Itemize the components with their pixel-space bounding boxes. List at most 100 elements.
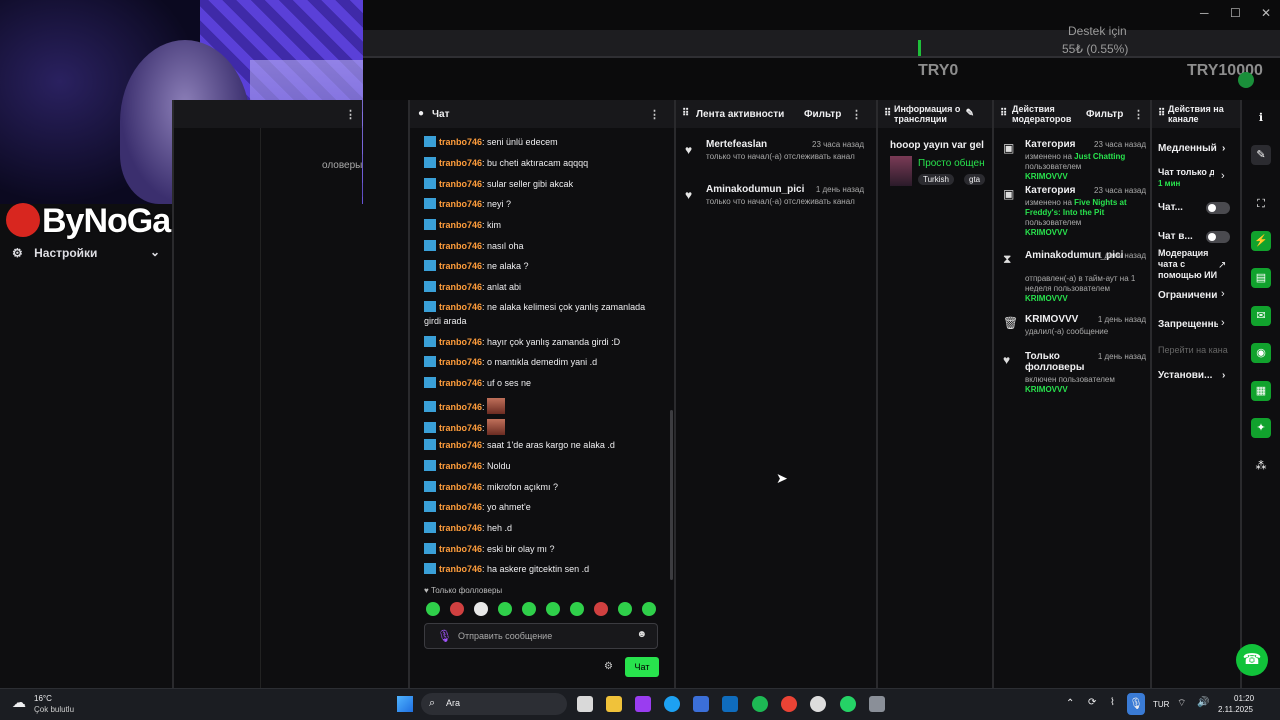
microphone-icon[interactable]: 🎙: [437, 629, 452, 643]
obs-icon[interactable]: [810, 696, 826, 712]
focus-icon[interactable]: ⛶: [1251, 194, 1271, 214]
activity-user[interactable]: Mertefeaslan: [706, 139, 767, 150]
activity-menu-icon[interactable]: ⋮: [851, 108, 862, 121]
mod-menu-icon[interactable]: ⋮: [1133, 108, 1144, 121]
tag-gta[interactable]: gta: [964, 174, 986, 185]
emote-icon[interactable]: [474, 602, 488, 616]
clock-time[interactable]: 01:20: [1234, 694, 1254, 703]
mod-action-user[interactable]: KRIMOVVV: [1025, 385, 1137, 395]
mod-filter-button[interactable]: Фильтр: [1086, 109, 1123, 120]
chat-toggle-1[interactable]: [1206, 202, 1230, 214]
wrench-icon[interactable]: ✦: [1251, 418, 1271, 438]
emote-icon[interactable]: [450, 602, 464, 616]
chat-username[interactable]: tranbo746: [439, 523, 482, 533]
chat-username[interactable]: tranbo746: [439, 544, 482, 554]
kebab-icon[interactable]: ⋮: [345, 108, 356, 121]
spotify-icon[interactable]: [752, 696, 768, 712]
microphone-tray-icon[interactable]: 🎙: [1127, 693, 1145, 715]
grip-icon[interactable]: ⠿: [682, 108, 689, 119]
chevron-right-icon[interactable]: ›: [1221, 170, 1225, 182]
taskbar-search[interactable]: ⌕ Ara: [421, 693, 567, 715]
activity-user[interactable]: Aminakodumun_pici: [706, 184, 804, 195]
slow-mode-row[interactable]: Медленный ›: [1158, 143, 1228, 154]
chevron-up-icon[interactable]: ⌃: [1066, 698, 1074, 709]
chat-username[interactable]: tranbo746: [439, 179, 482, 189]
settings-row[interactable]: ⚙ Настройки ⌄: [12, 245, 162, 260]
grip-icon[interactable]: ⠿: [884, 108, 891, 119]
chat-username[interactable]: tranbo746: [439, 158, 482, 168]
chat-settings-gear-icon[interactable]: ⚙: [604, 661, 613, 672]
weather-icon[interactable]: ☁: [12, 694, 26, 711]
activity-filter-button[interactable]: Фильтр: [804, 109, 841, 120]
lightning-icon[interactable]: ⚡: [1251, 231, 1271, 251]
emoji-icon[interactable]: ☻: [636, 629, 647, 640]
banned-row[interactable]: Запрещенны: [1158, 319, 1218, 330]
go-to-channel-row[interactable]: Перейти на кана: [1158, 345, 1238, 355]
mod-action-category[interactable]: Just Chatting: [1074, 152, 1125, 161]
grip-icon[interactable]: ⠿: [1158, 108, 1165, 119]
chat-username[interactable]: tranbo746: [439, 337, 482, 347]
chat-username[interactable]: tranbo746: [439, 482, 482, 492]
emote-icon[interactable]: [522, 602, 536, 616]
install-row[interactable]: Установи... ›: [1158, 370, 1228, 381]
chevron-right-icon[interactable]: ›: [1221, 317, 1225, 329]
layout-icon[interactable]: ▦: [1251, 381, 1271, 401]
chat-username[interactable]: tranbo746: [439, 220, 482, 230]
chat-username[interactable]: tranbo746: [439, 502, 482, 512]
help-chat-button[interactable]: ☎: [1236, 644, 1268, 676]
ai-moderation-row[interactable]: Модерация чата с помощью ИИ: [1158, 248, 1220, 281]
chat-scrollbar[interactable]: [670, 410, 673, 580]
emote-icon[interactable]: [498, 602, 512, 616]
edge-icon[interactable]: [664, 696, 680, 712]
emote-icon[interactable]: [426, 602, 440, 616]
edit-icon[interactable]: ✎: [1251, 145, 1271, 165]
user-avatar-icon[interactable]: [1238, 72, 1254, 88]
emote-icon[interactable]: [642, 602, 656, 616]
chat-toggle-2[interactable]: [1206, 231, 1230, 243]
chat-username[interactable]: tranbo746: [439, 137, 482, 147]
followers-only-chat-row[interactable]: Чат только д: [1158, 167, 1214, 177]
tag-turkish[interactable]: Turkish: [918, 174, 954, 185]
chat-username[interactable]: tranbo746: [439, 357, 482, 367]
pencil-icon[interactable]: ✎: [966, 108, 974, 119]
chat-username[interactable]: tranbo746: [439, 402, 482, 412]
chat-username[interactable]: tranbo746: [439, 378, 482, 388]
chat-username[interactable]: tranbo746: [439, 241, 482, 251]
restricted-row[interactable]: Ограничени: [1158, 290, 1218, 301]
extensions-icon[interactable]: ⁂: [1251, 456, 1271, 476]
close-icon[interactable]: ✕: [1261, 6, 1271, 20]
outlook-icon[interactable]: [722, 696, 738, 712]
broadcast-icon[interactable]: ◉: [1251, 343, 1271, 363]
external-link-icon[interactable]: ↗: [1218, 260, 1226, 271]
mod-action-user[interactable]: KRIMOVVV: [1025, 172, 1137, 182]
chat-send-button[interactable]: Чат: [625, 657, 659, 677]
chat-username[interactable]: tranbo746: [439, 564, 482, 574]
chat-username[interactable]: tranbo746: [439, 261, 482, 271]
emote-icon[interactable]: [594, 602, 608, 616]
chat-input[interactable]: 🎙 Отправить сообщение ☻: [424, 623, 658, 649]
network-icon[interactable]: ⌇: [1110, 697, 1115, 708]
language-indicator[interactable]: TUR: [1153, 700, 1169, 709]
volume-icon[interactable]: 🔊: [1197, 697, 1209, 708]
emote-icon[interactable]: [570, 602, 584, 616]
chat-username[interactable]: tranbo746: [439, 282, 482, 292]
grip-icon[interactable]: ⠿: [1000, 108, 1007, 119]
chrome-icon[interactable]: [781, 696, 797, 712]
emote-icon[interactable]: [618, 602, 632, 616]
minimize-icon[interactable]: ─: [1200, 6, 1209, 20]
chat-username[interactable]: tranbo746: [439, 199, 482, 209]
mod-action-user[interactable]: KRIMOVVV: [1025, 294, 1137, 304]
chat-username[interactable]: tranbo746: [439, 440, 482, 450]
settings-app-icon[interactable]: [869, 696, 885, 712]
chat-username[interactable]: tranbo746: [439, 302, 482, 312]
chat-username[interactable]: tranbo746: [439, 461, 482, 471]
task-view-icon[interactable]: [577, 696, 593, 712]
message-icon[interactable]: ✉: [1251, 306, 1271, 326]
sync-icon[interactable]: ⟳: [1088, 697, 1096, 708]
clipboard-icon[interactable]: ▤: [1251, 268, 1271, 288]
wifi-icon[interactable]: ⌔: [1177, 697, 1186, 710]
emote-icon[interactable]: [546, 602, 560, 616]
info-icon[interactable]: ℹ: [1251, 108, 1271, 128]
clock-date[interactable]: 2.11.2025: [1218, 705, 1253, 714]
store-icon[interactable]: [693, 696, 709, 712]
